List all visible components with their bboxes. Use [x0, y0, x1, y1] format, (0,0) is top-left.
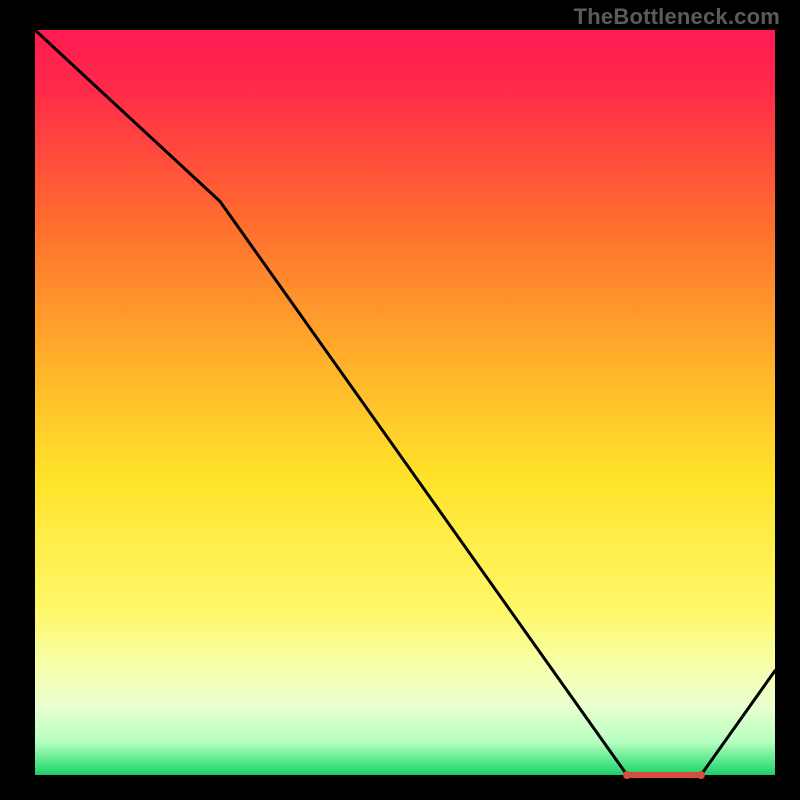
- flat-marker-end: [697, 771, 705, 779]
- plot-area: [35, 30, 775, 775]
- flat-highlight-segment: [627, 772, 701, 778]
- chart-svg: [35, 30, 775, 775]
- gradient-background: [35, 30, 775, 775]
- chart-frame: TheBottleneck.com: [0, 0, 800, 800]
- flat-marker-start: [623, 771, 631, 779]
- watermark-text: TheBottleneck.com: [574, 4, 780, 30]
